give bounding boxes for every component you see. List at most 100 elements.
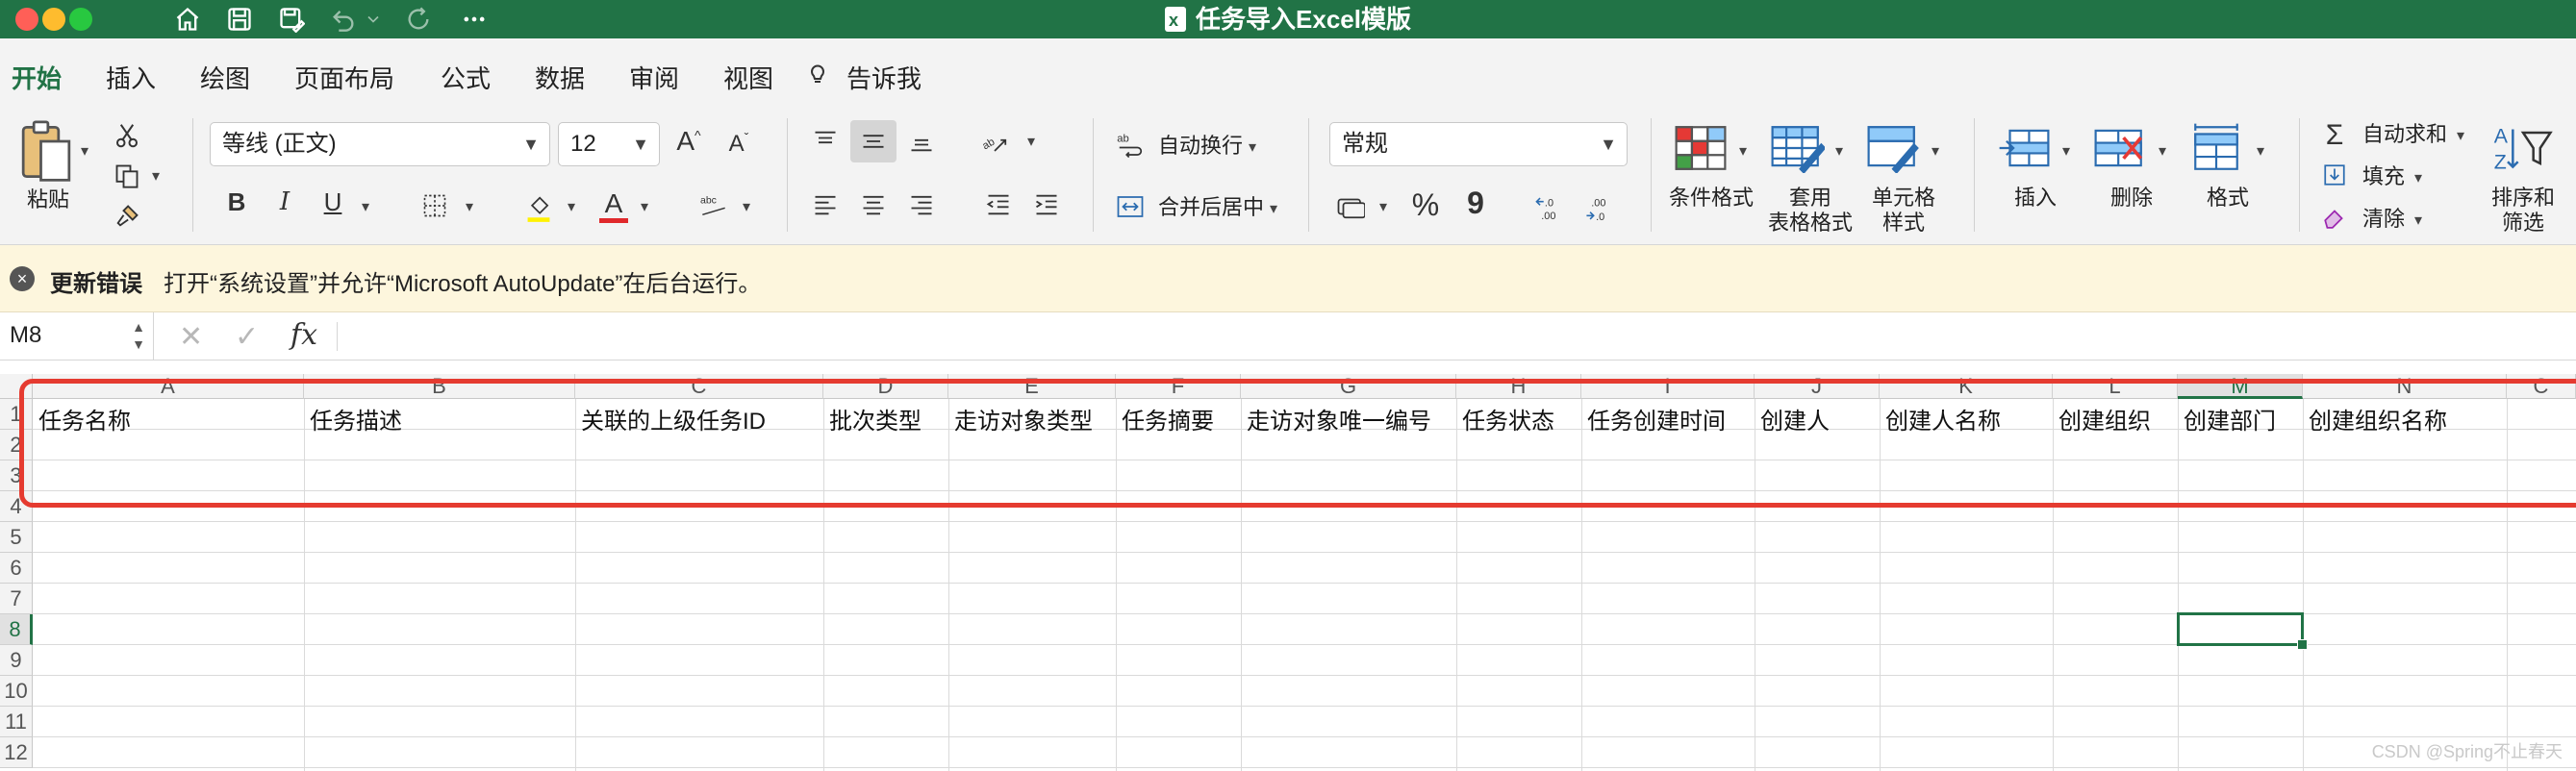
insert-cells-label[interactable]: 插入	[2014, 186, 2057, 211]
underline-dropdown-icon[interactable]: ▾	[362, 197, 369, 216]
cut-icon[interactable]	[108, 118, 146, 153]
percent-style-button[interactable]: %	[1406, 187, 1445, 223]
format-cells-icon[interactable]	[2185, 120, 2247, 176]
fill-dropdown-icon[interactable]: ▾	[2414, 168, 2422, 187]
merge-center-icon[interactable]	[1114, 189, 1147, 224]
fill-label[interactable]: 填充	[2362, 164, 2405, 189]
active-cell-selection[interactable]	[2177, 612, 2308, 650]
name-box[interactable]: M8 ▲ ▼	[0, 312, 154, 361]
row-header-10[interactable]: 10	[0, 676, 33, 707]
format-cells-label[interactable]: 格式	[2207, 186, 2249, 211]
name-box-stepper-icon[interactable]: ▲ ▼	[132, 318, 145, 353]
format-as-table-label[interactable]: 套用 表格格式	[1762, 186, 1858, 236]
comma-style-button[interactable]: 9	[1456, 186, 1495, 221]
row-header-9[interactable]: 9	[0, 645, 33, 676]
row-header-8[interactable]: 8	[0, 614, 33, 645]
copy-icon[interactable]	[108, 159, 146, 193]
tab-draw[interactable]: 绘图	[200, 60, 250, 95]
font-color-button[interactable]: A	[594, 186, 633, 226]
delete-cells-dropdown-icon[interactable]: ▾	[2159, 141, 2166, 161]
row-header-5[interactable]: 5	[0, 522, 33, 553]
font-size-dropdown[interactable]: 12 ▼	[558, 122, 660, 166]
autosum-label[interactable]: 自动求和	[2362, 122, 2447, 147]
align-middle-icon[interactable]	[850, 120, 897, 162]
fill-color-dropdown-icon[interactable]: ▾	[568, 197, 575, 216]
insert-function-button[interactable]: fx	[290, 318, 317, 352]
svg-text:Z: Z	[2494, 150, 2507, 173]
close-circle-icon[interactable]: ×	[10, 266, 35, 291]
delete-cells-label[interactable]: 删除	[2110, 186, 2153, 211]
phonetic-guide-icon[interactable]: abc	[693, 189, 735, 222]
wrap-text-label[interactable]: 自动换行	[1158, 134, 1243, 159]
phonetic-dropdown-icon[interactable]: ▾	[743, 197, 750, 216]
decrease-decimal-icon[interactable]: .00.0	[1579, 189, 1622, 228]
increase-decimal-icon[interactable]: .0.00	[1529, 189, 1572, 228]
sort-filter-label[interactable]: 排序和 筛选	[2489, 186, 2557, 236]
paste-icon[interactable]	[17, 118, 75, 186]
confirm-edit-icon[interactable]: ✓	[235, 320, 259, 354]
fill-color-icon[interactable]	[519, 189, 558, 226]
align-right-icon[interactable]	[900, 186, 943, 224]
format-as-table-icon[interactable]	[1766, 120, 1828, 176]
sort-filter-icon[interactable]: AZ	[2489, 120, 2557, 176]
row-header-12[interactable]: 12	[0, 737, 33, 768]
clear-eraser-icon[interactable]	[2318, 201, 2351, 234]
tab-insert[interactable]: 插入	[106, 60, 156, 95]
cancel-edit-icon[interactable]: ✕	[179, 320, 203, 354]
tell-me-search[interactable]: 告诉我	[846, 60, 922, 95]
copy-dropdown-icon[interactable]: ▾	[152, 166, 160, 186]
conditional-format-icon[interactable]	[1670, 120, 1731, 176]
increase-indent-icon[interactable]	[1025, 186, 1068, 224]
align-bottom-icon[interactable]	[900, 122, 943, 161]
tab-review[interactable]: 审阅	[629, 60, 679, 95]
row-header-11[interactable]: 11	[0, 707, 33, 737]
align-top-icon[interactable]	[804, 122, 846, 161]
tab-formulas[interactable]: 公式	[441, 60, 491, 95]
fill-down-icon[interactable]	[2318, 159, 2351, 191]
row-header-6[interactable]: 6	[0, 553, 33, 584]
wrap-text-icon[interactable]: ab	[1114, 128, 1147, 162]
italic-button[interactable]: I	[265, 187, 304, 216]
wrap-text-dropdown-icon[interactable]: ▾	[1249, 137, 1256, 157]
cell-styles-dropdown-icon[interactable]: ▾	[1932, 141, 1939, 161]
tab-home[interactable]: 开始	[12, 60, 63, 111]
borders-icon[interactable]	[416, 189, 454, 222]
cell-styles-icon[interactable]	[1862, 120, 1924, 176]
font-name-dropdown[interactable]: 等线 (正文) ▼	[210, 122, 550, 166]
row-header-7[interactable]: 7	[0, 584, 33, 614]
format-painter-icon[interactable]	[108, 199, 146, 234]
clear-dropdown-icon[interactable]: ▾	[2414, 211, 2422, 230]
number-format-dropdown[interactable]: 常规 ▼	[1329, 122, 1628, 166]
tab-data[interactable]: 数据	[535, 60, 585, 95]
insert-cells-icon[interactable]	[1993, 120, 2055, 176]
formula-input[interactable]	[348, 312, 2576, 361]
decrease-indent-icon[interactable]	[977, 186, 1020, 224]
paste-dropdown-icon[interactable]: ▾	[81, 141, 88, 161]
orientation-icon[interactable]: ab	[973, 122, 1016, 161]
format-cells-dropdown-icon[interactable]: ▾	[2257, 141, 2264, 161]
autosum-icon[interactable]: Σ	[2318, 118, 2351, 153]
bold-button[interactable]: B	[217, 187, 256, 217]
orientation-dropdown-icon[interactable]: ▾	[1027, 132, 1035, 151]
align-left-icon[interactable]	[804, 186, 846, 224]
conditional-format-label[interactable]: 条件格式	[1668, 186, 1755, 211]
delete-cells-icon[interactable]	[2089, 120, 2151, 176]
conditional-format-dropdown-icon[interactable]: ▾	[1739, 141, 1747, 161]
insert-cells-dropdown-icon[interactable]: ▾	[2062, 141, 2070, 161]
font-color-dropdown-icon[interactable]: ▾	[641, 197, 648, 216]
clear-label[interactable]: 清除	[2362, 207, 2405, 232]
decrease-font-size-button[interactable]: Aˇ	[720, 130, 758, 158]
format-as-table-dropdown-icon[interactable]: ▾	[1835, 141, 1843, 161]
autosum-dropdown-icon[interactable]: ▾	[2457, 126, 2464, 145]
merge-center-dropdown-icon[interactable]: ▾	[1270, 199, 1277, 218]
tab-page-layout[interactable]: 页面布局	[294, 60, 394, 95]
borders-dropdown-icon[interactable]: ▾	[466, 197, 473, 216]
tab-view[interactable]: 视图	[723, 60, 773, 95]
increase-font-size-button[interactable]: A^	[669, 126, 708, 157]
cell-styles-label[interactable]: 单元格 样式	[1870, 186, 1937, 236]
underline-button[interactable]: U	[314, 187, 352, 217]
accounting-format-icon[interactable]	[1331, 189, 1370, 224]
merge-center-label[interactable]: 合并后居中	[1158, 195, 1264, 220]
accounting-dropdown-icon[interactable]: ▾	[1379, 197, 1387, 216]
align-center-icon[interactable]	[852, 186, 895, 224]
